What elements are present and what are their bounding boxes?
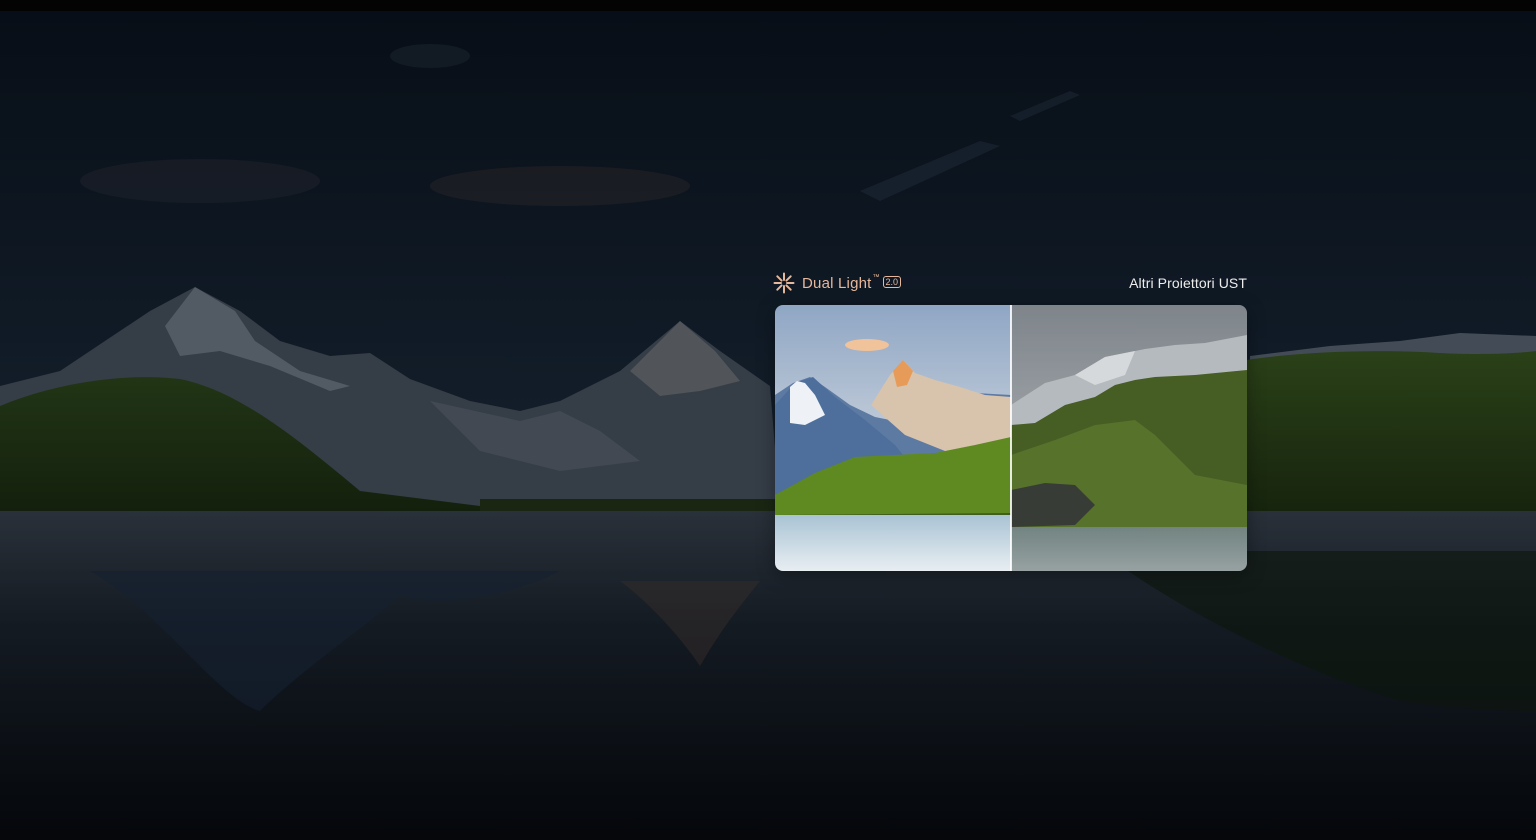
brand-name: Dual Light	[802, 274, 872, 292]
background-landscape-image	[0, 11, 1536, 840]
comparison-divider	[1010, 305, 1012, 571]
top-bar	[0, 0, 1536, 11]
comparison-image-panel	[775, 305, 1247, 571]
version-badge: 2.0	[882, 276, 902, 288]
other-projectors-label: Altri Proiettori UST	[1129, 275, 1247, 291]
comparison-header: Dual Light ™ 2.0 Altri Proiettori UST	[773, 270, 1247, 298]
dual-light-brand: Dual Light ™ 2.0	[773, 272, 902, 294]
trademark-symbol: ™	[872, 273, 880, 281]
sparkle-icon	[773, 272, 795, 294]
